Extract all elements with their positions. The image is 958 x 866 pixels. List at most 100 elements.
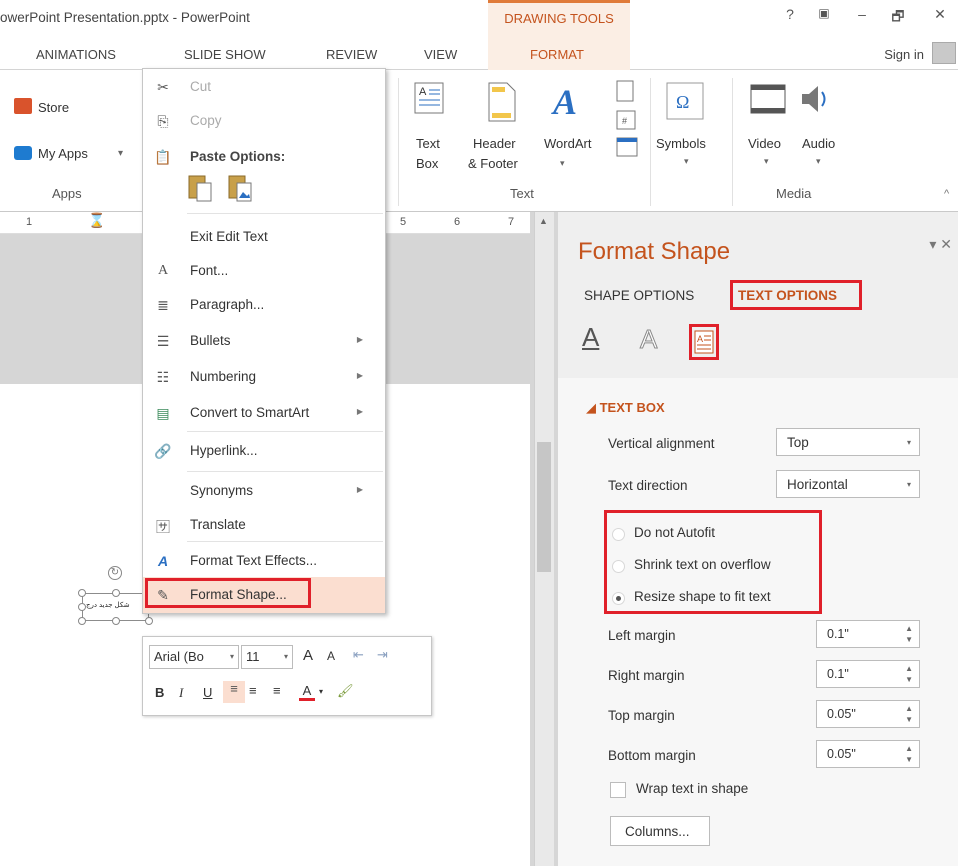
left-margin-spinner[interactable]: 0.1" ▲ ▼ (816, 620, 920, 648)
resize-handle[interactable] (78, 603, 86, 611)
shrink-font-button[interactable]: A (327, 649, 335, 663)
text-box-label-2[interactable]: Box (416, 156, 438, 171)
header-footer-label-1[interactable]: Header (473, 136, 516, 151)
underline-button[interactable]: U (203, 685, 212, 700)
increase-indent-icon[interactable]: ⇥ (377, 647, 388, 663)
minimize-button[interactable]: – (848, 6, 876, 22)
font-icon: A (157, 263, 169, 278)
text-effects-tab-icon[interactable]: A (639, 324, 657, 355)
paste-picture-icon[interactable] (227, 173, 257, 203)
tab-review[interactable]: REVIEW (326, 47, 377, 62)
audio-dropdown-arrow[interactable]: ▾ (816, 156, 821, 167)
top-margin-spinner[interactable]: 0.05" ▲ ▼ (816, 700, 920, 728)
ribbon-separator (650, 78, 651, 206)
menu-item-paragraph[interactable]: ≣ Paragraph... (143, 287, 385, 323)
spinner-arrows-icon[interactable]: ▲ ▼ (905, 743, 913, 765)
decrease-indent-icon[interactable]: ⇤ (353, 647, 364, 663)
rotate-handle-icon[interactable]: ↻ (108, 566, 122, 580)
align-left-button[interactable]: ≡ (223, 681, 245, 703)
restore-button[interactable]: 🗗 (884, 6, 912, 30)
text-box-section-header[interactable]: ◢ TEXT BOX (586, 400, 665, 416)
scrollbar-thumb[interactable] (537, 442, 551, 572)
radio-shrink-text[interactable] (612, 560, 625, 573)
close-button[interactable]: ✕ (926, 6, 954, 23)
tab-animations[interactable]: ANIMATIONS (36, 47, 116, 62)
do-not-autofit-label[interactable]: Do not Autofit (634, 525, 715, 540)
align-center-button[interactable]: ≡ (249, 683, 257, 698)
paste-keep-formatting-icon[interactable] (187, 173, 217, 203)
menu-item-exit-edit-text[interactable]: Exit Edit Text (143, 219, 385, 255)
avatar[interactable] (932, 42, 956, 64)
my-apps-dropdown-arrow[interactable]: ▾ (118, 148, 123, 159)
wrap-text-checkbox[interactable] (610, 782, 626, 798)
resize-handle[interactable] (78, 617, 86, 625)
right-margin-spinner[interactable]: 0.1" ▲ ▼ (816, 660, 920, 688)
symbols-dropdown-arrow[interactable]: ▾ (684, 156, 689, 167)
text-fill-outline-icon[interactable]: A (582, 322, 599, 353)
tab-shape-options[interactable]: SHAPE OPTIONS (584, 288, 694, 303)
menu-item-convert-smartart[interactable]: ▤ Convert to SmartArt ▶ (143, 395, 385, 431)
spinner-arrows-icon[interactable]: ▲ ▼ (905, 663, 913, 685)
menu-item-hyperlink[interactable]: 🔗 Hyperlink... (143, 433, 385, 469)
collapse-ribbon-button[interactable]: ^ (944, 188, 949, 200)
menu-item-synonyms[interactable]: Synonyms ▶ (143, 473, 385, 509)
radio-resize-shape[interactable] (612, 592, 625, 605)
resize-handle[interactable] (112, 589, 120, 597)
text-direction-dropdown[interactable]: Horizontal ▾ (776, 470, 920, 498)
wordart-dropdown-arrow[interactable]: ▾ (560, 158, 565, 169)
store-button[interactable]: Store (38, 100, 69, 115)
menu-item-bullets[interactable]: ☰ Bullets ▶ (143, 323, 385, 359)
resize-shape-label[interactable]: Resize shape to fit text (634, 589, 771, 604)
menu-item-translate[interactable]: 🈂 Translate (143, 507, 385, 543)
spinner-arrows-icon[interactable]: ▲ ▼ (905, 623, 913, 645)
text-box-label-1[interactable]: Text (416, 136, 440, 151)
align-right-button[interactable]: ≡ (273, 683, 281, 698)
font-name-value: Arial (Bo (154, 649, 204, 664)
ribbon-display-options-button[interactable]: ▣ (810, 6, 838, 20)
my-apps-button[interactable]: My Apps (38, 146, 88, 161)
tab-format[interactable]: FORMAT (530, 47, 584, 62)
menu-item-cut[interactable]: ✂ Cut (143, 69, 385, 105)
resize-handle[interactable] (145, 617, 153, 625)
menu-separator (187, 471, 383, 472)
font-name-dropdown[interactable]: Arial (Bo ▾ (149, 645, 239, 669)
menu-item-label: Font... (190, 263, 229, 278)
bottom-margin-spinner[interactable]: 0.05" ▲ ▼ (816, 740, 920, 768)
scroll-up-arrow-icon[interactable]: ▲ (539, 216, 548, 226)
font-size-dropdown[interactable]: 11 ▾ (241, 645, 293, 669)
menu-item-numbering[interactable]: ☷ Numbering ▶ (143, 359, 385, 395)
menu-item-label: Exit Edit Text (190, 229, 268, 244)
resize-handle[interactable] (78, 589, 86, 597)
textbox-layout-icon[interactable]: A (694, 330, 714, 354)
resize-handle[interactable] (112, 617, 120, 625)
sign-in-link[interactable]: Sign in (884, 47, 924, 62)
chevron-down-icon[interactable]: ▾ (319, 687, 323, 696)
indent-marker-icon[interactable]: ⌛ (88, 212, 105, 229)
wordart-label[interactable]: WordArt (544, 136, 591, 151)
bold-button[interactable]: B (155, 685, 164, 700)
tab-slide-show[interactable]: SLIDE SHOW (184, 47, 266, 62)
video-dropdown-arrow[interactable]: ▾ (764, 156, 769, 167)
text-small-buttons-icons[interactable]: # (614, 80, 640, 164)
help-button[interactable]: ? (776, 6, 804, 22)
italic-button[interactable]: I (179, 685, 183, 701)
menu-item-font[interactable]: A Font... (143, 253, 385, 289)
format-painter-icon[interactable]: 🖌 (337, 683, 354, 699)
pane-close-icon[interactable]: ▾ ✕ (929, 236, 952, 253)
video-button[interactable]: Video (748, 136, 781, 151)
audio-button[interactable]: Audio (802, 136, 835, 151)
shrink-text-label[interactable]: Shrink text on overflow (634, 557, 771, 572)
columns-button[interactable]: Columns... (610, 816, 710, 846)
wrap-text-label[interactable]: Wrap text in shape (636, 781, 748, 796)
menu-item-copy[interactable]: ⎘ Copy (143, 103, 385, 139)
header-footer-label-2[interactable]: & Footer (468, 156, 518, 171)
font-color-button[interactable]: A (299, 683, 315, 701)
grow-font-button[interactable]: A (303, 647, 313, 664)
spinner-arrows-icon[interactable]: ▲ ▼ (905, 703, 913, 725)
tab-view[interactable]: VIEW (424, 47, 457, 62)
radio-do-not-autofit[interactable] (612, 528, 625, 541)
slide-scrollbar[interactable]: ▲ (534, 212, 554, 866)
vertical-alignment-dropdown[interactable]: Top ▾ (776, 428, 920, 456)
menu-item-format-text-effects[interactable]: A Format Text Effects... (143, 543, 385, 579)
symbols-button[interactable]: Symbols (656, 136, 706, 151)
